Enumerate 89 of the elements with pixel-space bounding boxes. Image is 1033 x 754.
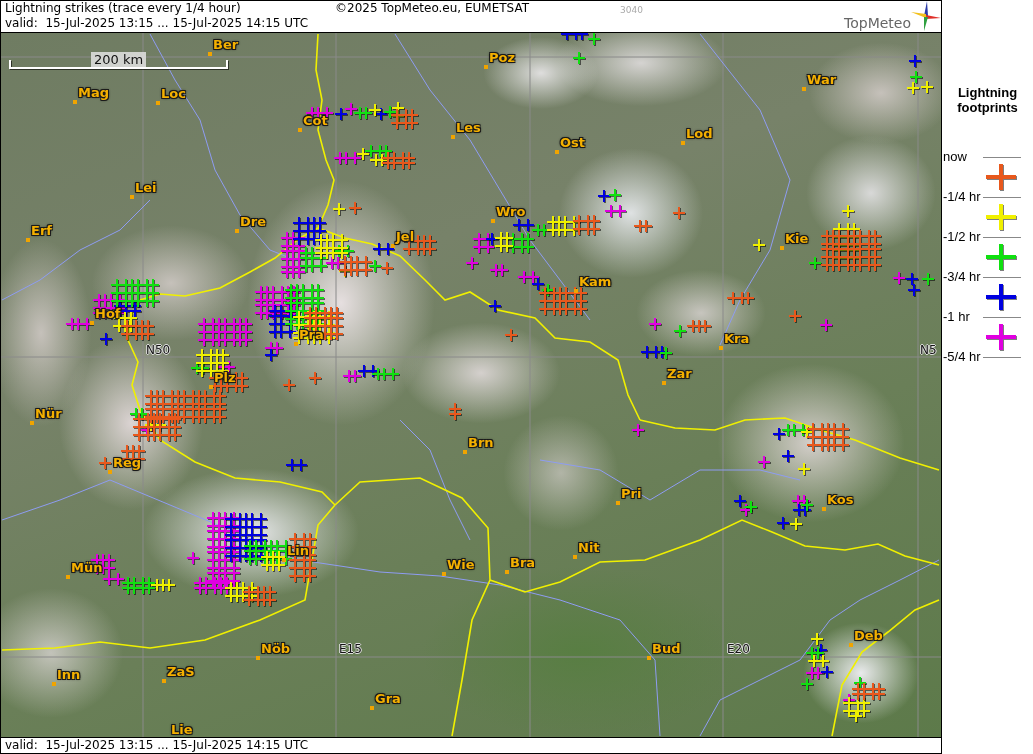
validity-text: valid: 15-Jul-2025 13:15 ... 15-Jul-2025 14:15 UTC bbox=[5, 16, 309, 32]
city-marker-icon bbox=[235, 229, 239, 233]
city-label: Gra bbox=[375, 692, 401, 706]
city-label: Wie bbox=[447, 558, 475, 572]
city-label: Lin bbox=[287, 544, 309, 558]
city-label: Loc bbox=[161, 87, 186, 101]
city-label: Kra bbox=[724, 332, 750, 346]
city-marker-icon bbox=[26, 238, 30, 242]
city-label: Deb bbox=[854, 629, 883, 643]
city-marker-icon bbox=[573, 555, 577, 559]
city-marker-icon bbox=[256, 656, 260, 660]
city-label: ZaS bbox=[167, 665, 195, 679]
city-label: Pra bbox=[299, 328, 324, 342]
city-label: Inn bbox=[57, 668, 81, 682]
city-label: Plz bbox=[214, 371, 236, 385]
grid-label: N5 bbox=[920, 343, 937, 357]
city-marker-icon bbox=[849, 643, 853, 647]
city-marker-icon bbox=[451, 135, 455, 139]
city-label: Bud bbox=[652, 642, 681, 656]
city-marker-icon bbox=[647, 656, 651, 660]
map-title: Lightning strikes (trace every 1/4 hour) bbox=[5, 1, 241, 16]
time-label: now bbox=[943, 149, 967, 164]
validity-text: valid: 15-Jul-2025 13:15 ... 15-Jul-2025 14:15 UTC bbox=[5, 738, 309, 753]
city-marker-icon bbox=[616, 501, 620, 505]
city-marker-icon bbox=[442, 572, 446, 576]
city-label: Pri bbox=[621, 487, 642, 501]
city-marker-icon bbox=[130, 195, 134, 199]
city-label: Dre bbox=[240, 215, 267, 229]
city-marker-icon bbox=[370, 706, 374, 710]
city-marker-icon bbox=[208, 52, 212, 56]
city-label: Lie bbox=[171, 723, 193, 737]
city-label: Ber bbox=[213, 38, 239, 52]
city-label: Lod bbox=[686, 127, 713, 141]
copyright-text: ©2025 TopMeteo.eu, EUMETSAT bbox=[335, 1, 530, 16]
city-marker-icon bbox=[162, 679, 166, 683]
city-label: Nöb bbox=[261, 642, 291, 656]
city-marker-icon bbox=[156, 101, 160, 105]
logo-text: TopMeteo bbox=[844, 16, 911, 31]
city-marker-icon bbox=[282, 558, 286, 562]
city-label: Zar bbox=[667, 367, 692, 381]
city-marker-icon bbox=[108, 470, 112, 474]
city-label: Poz bbox=[489, 51, 516, 65]
city-label: Nür bbox=[35, 407, 62, 421]
city-label: Jel bbox=[396, 230, 415, 244]
city-label: Brn bbox=[468, 436, 494, 450]
frame-number: 3040 bbox=[620, 5, 643, 15]
city-marker-icon bbox=[294, 342, 298, 346]
city-marker-icon bbox=[719, 346, 723, 350]
city-label: Ost bbox=[560, 136, 585, 150]
city-marker-icon bbox=[30, 421, 34, 425]
city-marker-icon bbox=[484, 65, 488, 69]
city-label: Erf bbox=[31, 224, 52, 238]
city-marker-icon bbox=[555, 150, 559, 154]
city-label: Kos bbox=[827, 493, 854, 507]
city-label: Mag bbox=[78, 86, 109, 100]
city-marker-icon bbox=[73, 100, 77, 104]
scale-label: 200 km bbox=[91, 52, 147, 67]
city-label: Kam bbox=[579, 275, 612, 289]
city-marker-icon bbox=[391, 244, 395, 248]
legend-title: Lightning footprints bbox=[956, 85, 1019, 115]
city-marker-icon bbox=[505, 570, 509, 574]
city-marker-icon bbox=[491, 219, 495, 223]
city-marker-icon bbox=[574, 289, 578, 293]
city-label: War bbox=[807, 73, 837, 87]
grid-label: E20 bbox=[727, 642, 750, 656]
city-marker-icon bbox=[662, 381, 666, 385]
city-label: Nit bbox=[578, 541, 600, 555]
city-marker-icon bbox=[822, 507, 826, 511]
city-label: Bra bbox=[510, 556, 536, 570]
city-marker-icon bbox=[681, 141, 685, 145]
city-marker-icon bbox=[66, 575, 70, 579]
time-label: -5/4 hr bbox=[943, 349, 981, 364]
city-label: Lei bbox=[135, 181, 157, 195]
time-label: -1 hr bbox=[943, 309, 970, 324]
city-label: Hof bbox=[95, 307, 121, 321]
city-marker-icon bbox=[780, 246, 784, 250]
city-marker-icon bbox=[90, 321, 94, 325]
city-marker-icon bbox=[463, 450, 467, 454]
city-marker-icon bbox=[802, 87, 806, 91]
time-label: -3/4 hr bbox=[943, 269, 981, 284]
city-label: Kie bbox=[785, 232, 809, 246]
city-marker-icon bbox=[52, 682, 56, 686]
city-marker-icon bbox=[298, 128, 302, 132]
city-marker-icon bbox=[209, 385, 213, 389]
grid-label: E15 bbox=[339, 642, 362, 656]
time-label: -1/2 hr bbox=[943, 229, 981, 244]
time-label: -1/4 hr bbox=[943, 189, 981, 204]
grid-label: N50 bbox=[146, 343, 171, 357]
compass-star-icon bbox=[911, 1, 941, 31]
